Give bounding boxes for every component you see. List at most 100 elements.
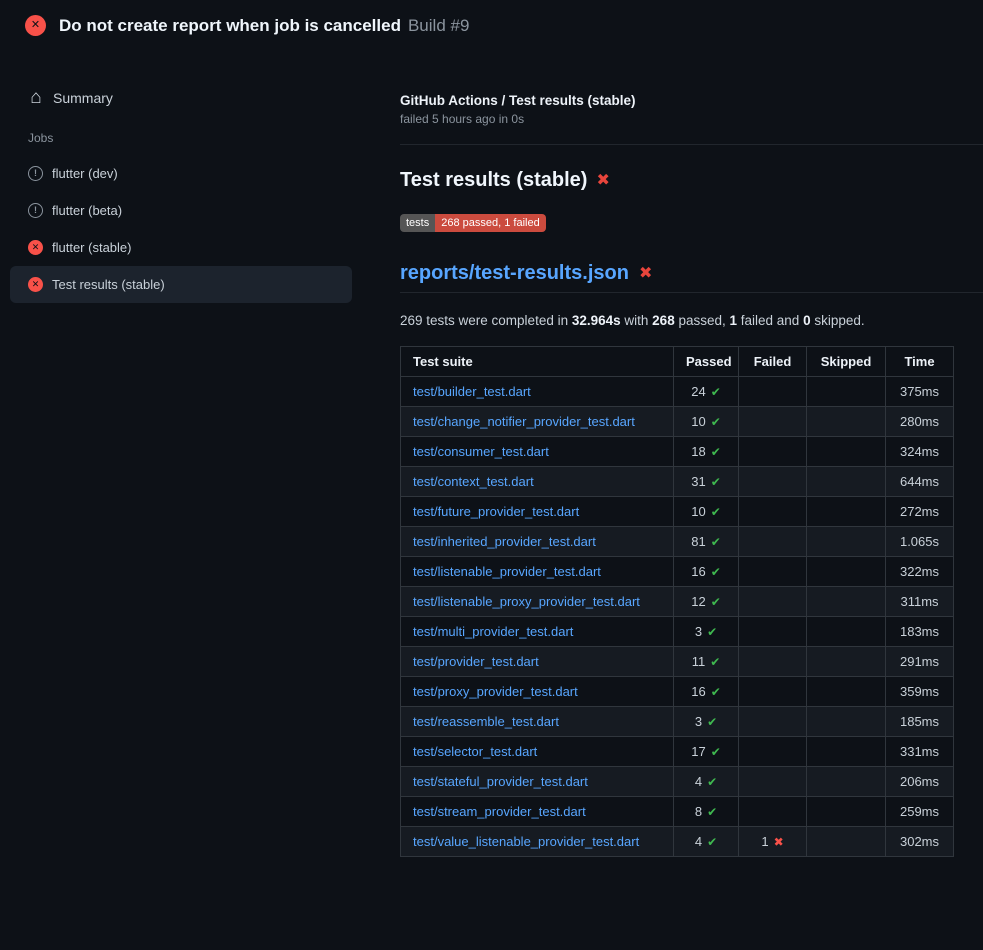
passed-count: 10: [691, 414, 705, 429]
time-cell: 206ms: [886, 767, 954, 797]
summary-text: skipped.: [811, 313, 865, 328]
failed-cell: [739, 767, 807, 797]
skipped-cell: [807, 437, 886, 467]
suite-link[interactable]: test/listenable_provider_test.dart: [413, 564, 601, 579]
run-header: GitHub Actions / Test results (stable) f…: [400, 93, 983, 145]
x-icon: ✖: [774, 835, 784, 849]
passed-cell: 31 ✔: [674, 467, 739, 497]
table-row: test/listenable_provider_test.dart 16✔ 3…: [401, 557, 954, 587]
suite-link[interactable]: test/stream_provider_test.dart: [413, 804, 586, 819]
suite-link[interactable]: test/change_notifier_provider_test.dart: [413, 414, 635, 429]
time-cell: 644ms: [886, 467, 954, 497]
passed-cell: 10✔: [674, 497, 739, 527]
suite-cell: test/listenable_provider_test.dart: [401, 557, 674, 587]
table-row: test/selector_test.dart 17✔ 331ms: [401, 737, 954, 767]
suite-link[interactable]: test/listenable_proxy_provider_test.dart: [413, 594, 640, 609]
col-header-passed: Passed: [674, 347, 739, 377]
suite-link[interactable]: test/consumer_test.dart: [413, 444, 549, 459]
check-icon: ✔: [707, 625, 717, 639]
report-file-link[interactable]: reports/test-results.json: [400, 262, 629, 285]
passed-cell: 81✔: [674, 527, 739, 557]
time-cell: 331ms: [886, 737, 954, 767]
sidebar-item-flutter-stable[interactable]: ✕ flutter (stable): [10, 229, 352, 266]
suite-link[interactable]: test/multi_provider_test.dart: [413, 624, 573, 639]
suite-link[interactable]: test/value_listenable_provider_test.dart: [413, 834, 639, 849]
table-row: test/listenable_proxy_provider_test.dart…: [401, 587, 954, 617]
failed-cell: [739, 407, 807, 437]
table-row: test/multi_provider_test.dart 3✔ 183ms: [401, 617, 954, 647]
suite-link[interactable]: test/proxy_provider_test.dart: [413, 684, 578, 699]
passed-cell: 24✔: [674, 377, 739, 407]
check-icon: ✔: [711, 445, 721, 459]
job-label: flutter (beta): [52, 203, 122, 218]
suite-link[interactable]: test/context_test.dart: [413, 474, 534, 489]
check-icon: ✔: [707, 835, 717, 849]
suite-cell: test/stream_provider_test.dart: [401, 797, 674, 827]
summary-failed-count: 1: [730, 313, 738, 328]
suite-link[interactable]: test/selector_test.dart: [413, 744, 537, 759]
failed-cell: [739, 587, 807, 617]
run-meta: failed 5 hours ago in 0s: [400, 112, 983, 126]
cross-mark-icon: ✖: [596, 173, 609, 189]
skipped-cell: [807, 527, 886, 557]
passed-count: 10: [691, 504, 705, 519]
skipped-cell: [807, 557, 886, 587]
suite-link[interactable]: test/provider_test.dart: [413, 654, 539, 669]
table-row: test/provider_test.dart 11✔ 291ms: [401, 647, 954, 677]
check-icon: ✔: [711, 475, 721, 489]
sidebar-item-flutter-beta[interactable]: ! flutter (beta): [10, 192, 352, 229]
check-icon: ✔: [710, 655, 720, 669]
passed-count: 3: [695, 714, 702, 729]
sidebar-item-summary[interactable]: ⌂ Summary: [10, 81, 352, 115]
check-icon: ✔: [711, 415, 721, 429]
check-icon: ✔: [711, 535, 721, 549]
failed-cell: [739, 707, 807, 737]
passed-cell: 10 ✔: [674, 407, 739, 437]
sidebar-summary-label: Summary: [53, 90, 113, 106]
job-list: ! flutter (dev) ! flutter (beta) ✕ flutt…: [10, 155, 352, 303]
check-icon: ✔: [707, 715, 717, 729]
passed-count: 31: [691, 474, 705, 489]
suite-link[interactable]: test/builder_test.dart: [413, 384, 531, 399]
table-row: test/proxy_provider_test.dart 16✔ 359ms: [401, 677, 954, 707]
summary-line: 269 tests were completed in 32.964s with…: [400, 313, 983, 328]
skipped-cell: [807, 827, 886, 857]
failed-cell: [739, 557, 807, 587]
check-icon: ✔: [711, 685, 721, 699]
sidebar-item-flutter-dev[interactable]: ! flutter (dev): [10, 155, 352, 192]
suite-link[interactable]: test/inherited_provider_test.dart: [413, 534, 596, 549]
suite-cell: test/inherited_provider_test.dart: [401, 527, 674, 557]
failed-cell: [739, 737, 807, 767]
col-header-failed: Failed: [739, 347, 807, 377]
page-title: Do not create report when job is cancell…: [59, 16, 469, 36]
suite-cell: test/value_listenable_provider_test.dart: [401, 827, 674, 857]
time-cell: 291ms: [886, 647, 954, 677]
check-title-row: Test results (stable) ✖: [400, 169, 983, 192]
time-cell: 324ms: [886, 437, 954, 467]
passed-cell: 16✔: [674, 677, 739, 707]
suite-link[interactable]: test/reassemble_test.dart: [413, 714, 559, 729]
main-content: GitHub Actions / Test results (stable) f…: [400, 51, 983, 857]
failed-cell: [739, 377, 807, 407]
suite-link[interactable]: test/future_provider_test.dart: [413, 504, 579, 519]
summary-text: 269 tests were completed in: [400, 313, 572, 328]
sidebar-item-test-results-stable[interactable]: ✕ Test results (stable): [10, 266, 352, 303]
failed-cell: [739, 677, 807, 707]
suite-link[interactable]: test/stateful_provider_test.dart: [413, 774, 588, 789]
passed-cell: 18✔: [674, 437, 739, 467]
skipped-cell: [807, 467, 886, 497]
check-run-title: Do not create report when job is cancell…: [59, 16, 401, 35]
table-row: test/future_provider_test.dart 10✔ 272ms: [401, 497, 954, 527]
table-header-row: Test suite Passed Failed Skipped Time: [401, 347, 954, 377]
suite-cell: test/provider_test.dart: [401, 647, 674, 677]
suite-cell: test/proxy_provider_test.dart: [401, 677, 674, 707]
table-row: test/consumer_test.dart 18✔ 324ms: [401, 437, 954, 467]
table-row: test/context_test.dart 31 ✔ 644ms: [401, 467, 954, 497]
alert-circle-icon: !: [28, 166, 43, 181]
check-run-header: ✕ Do not create report when job is cance…: [0, 0, 983, 51]
skipped-cell: [807, 737, 886, 767]
col-header-suite: Test suite: [401, 347, 674, 377]
job-label: Test results (stable): [52, 277, 165, 292]
check-icon: ✔: [707, 775, 717, 789]
table-row: test/stateful_provider_test.dart 4✔ 206m…: [401, 767, 954, 797]
